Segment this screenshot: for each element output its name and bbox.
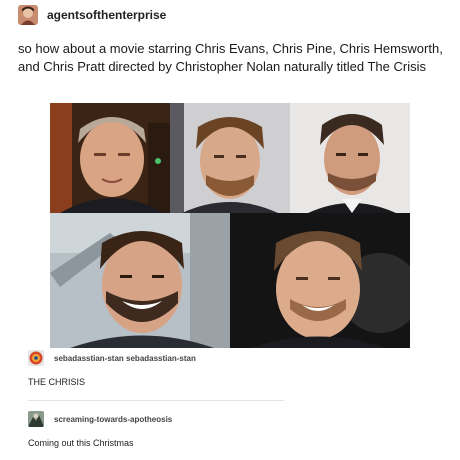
- photo-chris-hemsworth: [170, 103, 290, 213]
- avatar[interactable]: [28, 350, 44, 366]
- reblog-text: Coming out this Christmas: [28, 438, 134, 448]
- photo-christopher-nolan: [50, 103, 170, 213]
- photo-chris-pine: [290, 103, 410, 213]
- photo-chris-evans: [50, 213, 230, 348]
- divider: [28, 400, 284, 401]
- reblog-header: screaming-towards-apotheosis: [28, 411, 172, 427]
- reblog-username[interactable]: screaming-towards-apotheosis: [54, 415, 172, 424]
- photo-collage: [50, 103, 410, 348]
- post-username[interactable]: agentsofthenterprise: [47, 8, 166, 22]
- avatar[interactable]: [28, 411, 44, 427]
- avatar[interactable]: [18, 5, 38, 25]
- post-header: agentsofthenterprise: [18, 4, 166, 26]
- photo-chris-pratt: [230, 213, 410, 348]
- reblog-header: sebadasstian-stan sebadasstian-stan: [28, 350, 196, 366]
- reblog-text: THE CHRISIS: [28, 377, 86, 387]
- reblog-username[interactable]: sebadasstian-stan sebadasstian-stan: [54, 354, 196, 363]
- post-caption: so how about a movie starring Chris Evan…: [18, 41, 443, 74]
